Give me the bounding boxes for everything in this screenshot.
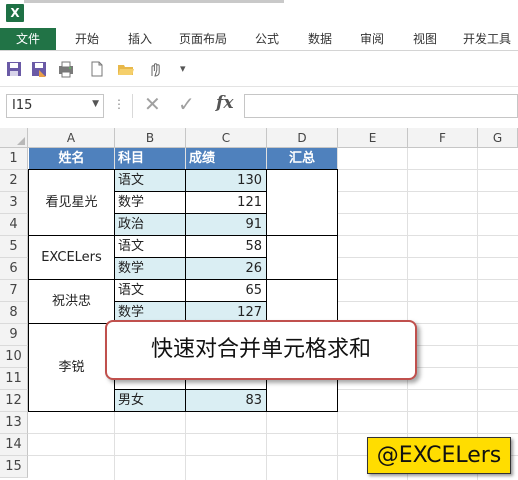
table-border (28, 169, 338, 170)
table-border (114, 389, 266, 390)
save-as-icon[interactable] (30, 60, 48, 78)
customize-dropdown-icon[interactable]: ▾ (180, 62, 186, 75)
title-bar-shadow (24, 0, 284, 3)
row-header[interactable]: 5 (0, 236, 28, 258)
row-header[interactable]: 1 (0, 148, 28, 170)
column-header-b[interactable]: B (115, 128, 186, 148)
gridline (477, 148, 478, 480)
name-cell[interactable]: 李锐 (29, 324, 114, 411)
tab-data[interactable]: 数据 (295, 28, 345, 50)
total-cell[interactable] (267, 280, 337, 323)
score-cell[interactable]: 65 (186, 280, 266, 301)
table-border (28, 411, 338, 412)
header-score-cell[interactable]: 成绩 (186, 148, 266, 169)
row-header[interactable]: 14 (0, 434, 28, 456)
row-header[interactable]: 4 (0, 214, 28, 236)
tab-insert[interactable]: 插入 (115, 28, 165, 50)
subject-cell[interactable]: 数学 (115, 258, 185, 279)
table-border (114, 257, 266, 258)
tab-page-layout[interactable]: 页面布局 (172, 28, 234, 50)
total-cell[interactable] (267, 236, 337, 279)
column-header-a[interactable]: A (28, 128, 115, 148)
header-subject-cell[interactable]: 科目 (115, 148, 185, 169)
score-cell[interactable]: 130 (186, 170, 266, 191)
score-cell[interactable]: 58 (186, 236, 266, 257)
row-header[interactable]: 7 (0, 280, 28, 302)
subject-cell[interactable]: 语文 (115, 280, 185, 301)
score-cell[interactable]: 26 (186, 258, 266, 279)
formula-input[interactable] (244, 94, 518, 118)
touch-mode-icon[interactable] (146, 60, 164, 78)
tab-formulas[interactable]: 公式 (242, 28, 292, 50)
name-cell[interactable]: 祝洪忠 (29, 280, 114, 323)
print-preview-icon[interactable] (57, 60, 75, 78)
tab-home[interactable]: 开始 (62, 28, 112, 50)
open-folder-icon[interactable] (117, 60, 135, 78)
cancel-icon[interactable]: ✕ (144, 92, 161, 116)
tab-view[interactable]: 视图 (400, 28, 450, 50)
total-cell[interactable] (267, 170, 337, 235)
tab-review[interactable]: 审阅 (347, 28, 397, 50)
row-header[interactable]: 6 (0, 258, 28, 280)
subject-cell[interactable]: 政治 (115, 214, 185, 235)
score-cell[interactable]: 121 (186, 192, 266, 213)
row-header[interactable]: 8 (0, 302, 28, 324)
table-border (114, 191, 266, 192)
table-border (114, 301, 266, 302)
subject-cell[interactable]: 语文 (115, 236, 185, 257)
column-header-e[interactable]: E (338, 128, 408, 148)
tab-developer[interactable]: 开发工具 (456, 28, 518, 50)
table-border (28, 169, 29, 412)
header-total-cell[interactable]: 汇总 (267, 148, 337, 169)
excel-logo-icon: X (6, 4, 24, 22)
row-header[interactable]: 3 (0, 192, 28, 214)
select-all-triangle-icon (17, 137, 25, 145)
tab-file[interactable]: 文件 (0, 28, 56, 50)
select-all-corner[interactable] (0, 128, 28, 148)
gridline (28, 433, 518, 434)
column-header-f[interactable]: F (408, 128, 478, 148)
header-name-cell[interactable]: 姓名 (29, 148, 114, 169)
row-header[interactable]: 9 (0, 324, 28, 346)
ribbon-divider (0, 50, 518, 51)
column-header-c[interactable]: C (186, 128, 267, 148)
column-header-g[interactable]: G (478, 128, 518, 148)
name-cell[interactable]: 看见星光 (29, 170, 114, 235)
enter-check-icon[interactable]: ✓ (178, 92, 195, 116)
grip-dots-icon: ⋮ (113, 97, 125, 111)
subject-cell[interactable]: 男女 (115, 390, 185, 411)
name-box-value: I15 (12, 98, 33, 113)
worksheet: A B C D E F G 1 2 3 4 5 6 7 8 9 10 11 12… (0, 128, 518, 480)
title-bar: X (0, 0, 518, 28)
insert-function-button[interactable]: fx (216, 93, 233, 113)
row-header[interactable]: 2 (0, 170, 28, 192)
row-header[interactable]: 13 (0, 412, 28, 434)
formula-bar-separator (132, 94, 133, 118)
score-cell[interactable]: 91 (186, 214, 266, 235)
ribbon-tabs: 文件 开始 插入 页面布局 公式 数据 审阅 视图 开发工具 (0, 28, 518, 50)
callout-box: 快速对合并单元格求和 (105, 320, 417, 380)
table-border (114, 213, 266, 214)
row-header[interactable]: 15 (0, 456, 28, 478)
name-cell[interactable]: EXCELers (29, 236, 114, 279)
name-box[interactable]: I15 ▼ (6, 94, 104, 118)
column-header-d[interactable]: D (267, 128, 338, 148)
gridline (407, 148, 408, 480)
subject-cell[interactable]: 语文 (115, 170, 185, 191)
score-cell[interactable]: 83 (186, 390, 266, 411)
table-border (28, 279, 338, 280)
row-header[interactable]: 12 (0, 390, 28, 412)
watermark-badge: @EXCELers (367, 437, 511, 474)
new-document-icon[interactable] (88, 60, 106, 78)
row-header[interactable]: 10 (0, 346, 28, 368)
table-border (28, 235, 338, 236)
subject-cell[interactable]: 数学 (115, 192, 185, 213)
toolbar-divider (0, 86, 518, 87)
chevron-down-icon[interactable]: ▼ (92, 99, 99, 109)
quick-access-toolbar: ▾ (0, 56, 518, 84)
save-icon[interactable] (5, 60, 23, 78)
row-header[interactable]: 11 (0, 368, 28, 390)
formula-bar: I15 ▼ ⋮ ✕ ✓ fx (0, 92, 518, 120)
